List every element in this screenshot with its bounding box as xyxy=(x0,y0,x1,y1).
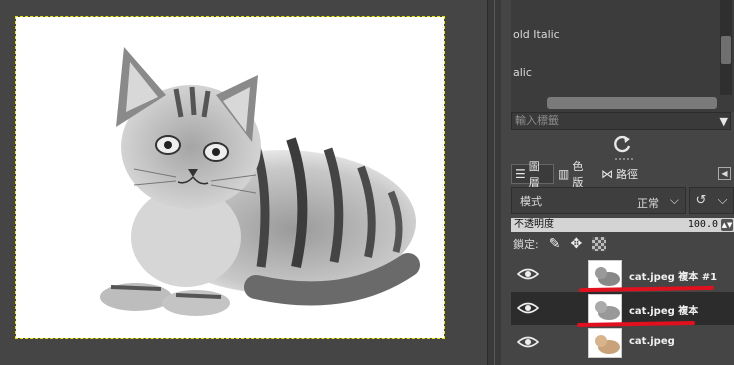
image-canvas[interactable] xyxy=(15,16,445,339)
lock-pixels-brush-icon[interactable]: ✎ xyxy=(549,236,561,252)
chevron-down-icon: ⌵ xyxy=(717,193,728,208)
layers-icon: ☰ xyxy=(515,167,526,181)
chevron-down-icon: ⌵ xyxy=(669,193,679,207)
font-list-item[interactable]: alic xyxy=(513,66,532,79)
font-list-vertical-scrollbar[interactable] xyxy=(720,0,732,95)
font-list-horizontal-scrollbar[interactable] xyxy=(547,97,717,109)
image-canvas-area[interactable] xyxy=(0,0,487,365)
layer-row[interactable]: cat.jpeg xyxy=(511,326,734,359)
cat-photo xyxy=(100,47,420,316)
mode-row: 模式 正常 ⌵ ↺ ⌵ xyxy=(511,187,734,215)
layers-list: cat.jpeg 複本 #1 cat.jpeg 複本 cat.jpeg xyxy=(511,258,734,365)
mode-select[interactable]: 模式 正常 ⌵ xyxy=(511,187,686,214)
font-list[interactable]: old Italic alic xyxy=(511,0,734,112)
tab-channels[interactable]: ▥ 色版 xyxy=(555,160,597,189)
mode-label: 模式 xyxy=(520,194,542,208)
lock-row: 鎖定: ✎ ✥ xyxy=(513,235,607,253)
chevron-down-icon[interactable]: ▼ xyxy=(720,114,728,130)
layer-row[interactable]: cat.jpeg 複本 xyxy=(511,292,734,325)
layer-name[interactable]: cat.jpeg 複本 #1 xyxy=(629,268,717,283)
layer-name[interactable]: cat.jpeg xyxy=(629,336,675,347)
right-dock-panel: old Italic alic 輸入標籤 ▼ ☰ 圖層 ▥ 色版 ⋈ 路徑 ◀ … xyxy=(511,0,734,365)
reset-icon: ↺ xyxy=(695,193,707,208)
tab-paths-label: 路徑 xyxy=(616,168,638,181)
layer-thumbnail xyxy=(588,328,622,358)
layer-thumbnail xyxy=(588,294,622,324)
composite-mode-button[interactable]: ↺ ⌵ xyxy=(689,187,734,214)
opacity-spinner[interactable]: ▲▼ xyxy=(721,219,733,231)
layer-thumbnail xyxy=(588,260,622,290)
tag-filter-input[interactable]: 輸入標籤 ▼ xyxy=(511,112,731,130)
channels-icon: ▥ xyxy=(558,167,570,181)
dock-tabs: ☰ 圖層 ▥ 色版 ⋈ 路徑 ◀ xyxy=(511,160,734,189)
paths-icon: ⋈ xyxy=(601,167,613,181)
visibility-eye-icon[interactable] xyxy=(517,301,539,315)
opacity-label: 不透明度 xyxy=(514,219,554,230)
lock-label: 鎖定: xyxy=(513,238,539,251)
tab-paths[interactable]: ⋈ 路徑 xyxy=(598,164,644,184)
visibility-eye-icon[interactable] xyxy=(517,335,539,349)
layer-name[interactable]: cat.jpeg 複本 xyxy=(629,302,698,317)
tab-channels-label: 色版 xyxy=(572,160,584,189)
font-list-item[interactable]: old Italic xyxy=(513,28,560,41)
panel-grip[interactable] xyxy=(615,158,633,162)
lock-position-move-icon[interactable]: ✥ xyxy=(570,236,582,252)
visibility-eye-icon[interactable] xyxy=(517,267,539,281)
canvas-vertical-scrollbar[interactable] xyxy=(487,0,501,365)
lock-alpha-checker-icon[interactable] xyxy=(592,237,607,251)
tab-layers-label: 圖層 xyxy=(528,160,540,189)
refresh-icon[interactable] xyxy=(612,133,634,155)
tab-layers[interactable]: ☰ 圖層 xyxy=(511,160,554,189)
dock-separator[interactable] xyxy=(501,0,511,365)
mode-value: 正常 xyxy=(637,197,659,210)
tab-menu-icon[interactable]: ◀ xyxy=(718,167,731,180)
opacity-value[interactable]: 100.0 xyxy=(688,218,718,232)
opacity-slider[interactable]: 不透明度 100.0 ▲▼ xyxy=(511,218,734,232)
tag-filter-placeholder: 輸入標籤 xyxy=(515,114,559,127)
